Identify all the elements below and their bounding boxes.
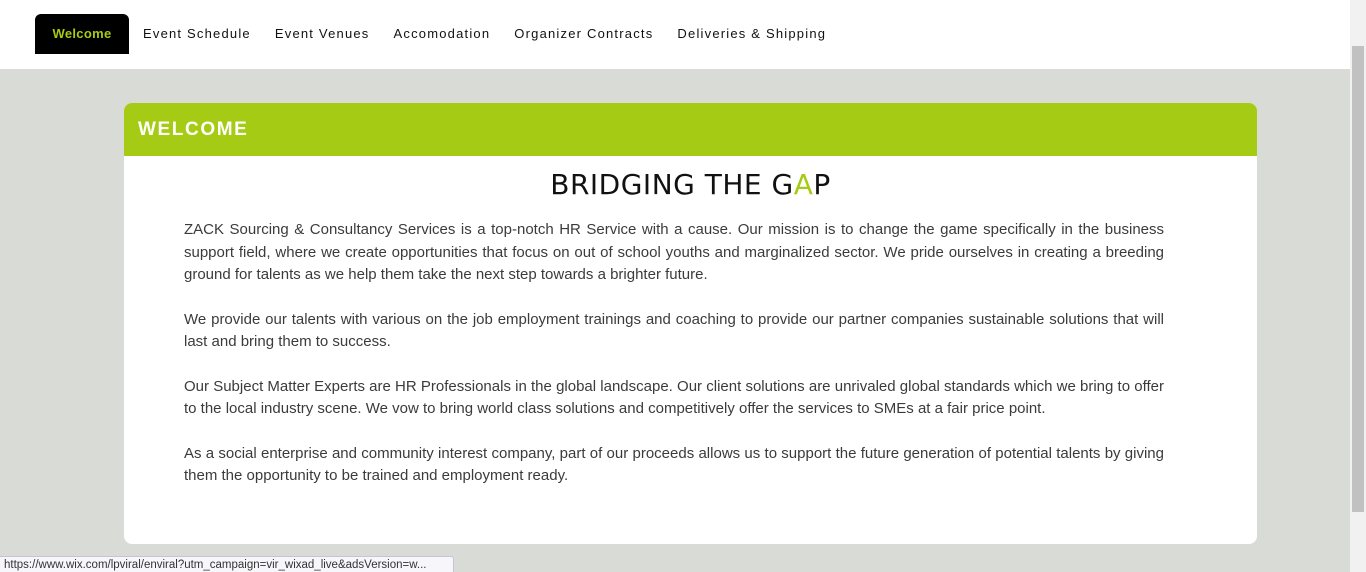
nav-item-welcome[interactable]: Welcome <box>35 14 129 54</box>
main-nav: Welcome Event Schedule Event Venues Acco… <box>35 14 838 54</box>
status-url-bar: https://www.wix.com/lpviral/enviral?utm_… <box>0 556 454 572</box>
headline-accent-letter: A <box>793 168 814 201</box>
paragraph-mission: ZACK Sourcing & Consultancy Services is … <box>184 221 1164 283</box>
paragraph-experts: Our Subject Matter Experts are HR Profes… <box>184 377 1164 418</box>
page: Welcome Event Schedule Event Venues Acco… <box>0 0 1366 572</box>
headline: BRIDGING THE GAP <box>124 168 1257 202</box>
nav-item-deliveries-shipping[interactable]: Deliveries & Shipping <box>665 14 838 54</box>
welcome-card: WELCOME BRIDGING THE GAP ZACK Sourcing &… <box>124 103 1257 544</box>
nav-item-event-schedule[interactable]: Event Schedule <box>131 14 263 54</box>
card-header: WELCOME <box>124 103 1257 156</box>
headline-part2: P <box>813 168 831 201</box>
card-header-title: WELCOME <box>138 119 249 140</box>
scrollbar-thumb[interactable] <box>1352 46 1364 512</box>
vertical-scrollbar[interactable] <box>1350 0 1366 572</box>
paragraph-social-enterprise: As a social enterprise and community int… <box>184 444 1164 485</box>
headline-part1: BRIDGING THE G <box>550 168 794 201</box>
top-navbar: Welcome Event Schedule Event Venues Acco… <box>0 0 1350 69</box>
nav-item-event-venues[interactable]: Event Venues <box>263 14 382 54</box>
nav-item-organizer-contracts[interactable]: Organizer Contracts <box>502 14 665 54</box>
paragraph-trainings: We provide our talents with various on t… <box>184 310 1164 351</box>
body-text: ZACK Sourcing & Consultancy Services is … <box>124 219 1257 488</box>
nav-item-accomodation[interactable]: Accomodation <box>382 14 503 54</box>
